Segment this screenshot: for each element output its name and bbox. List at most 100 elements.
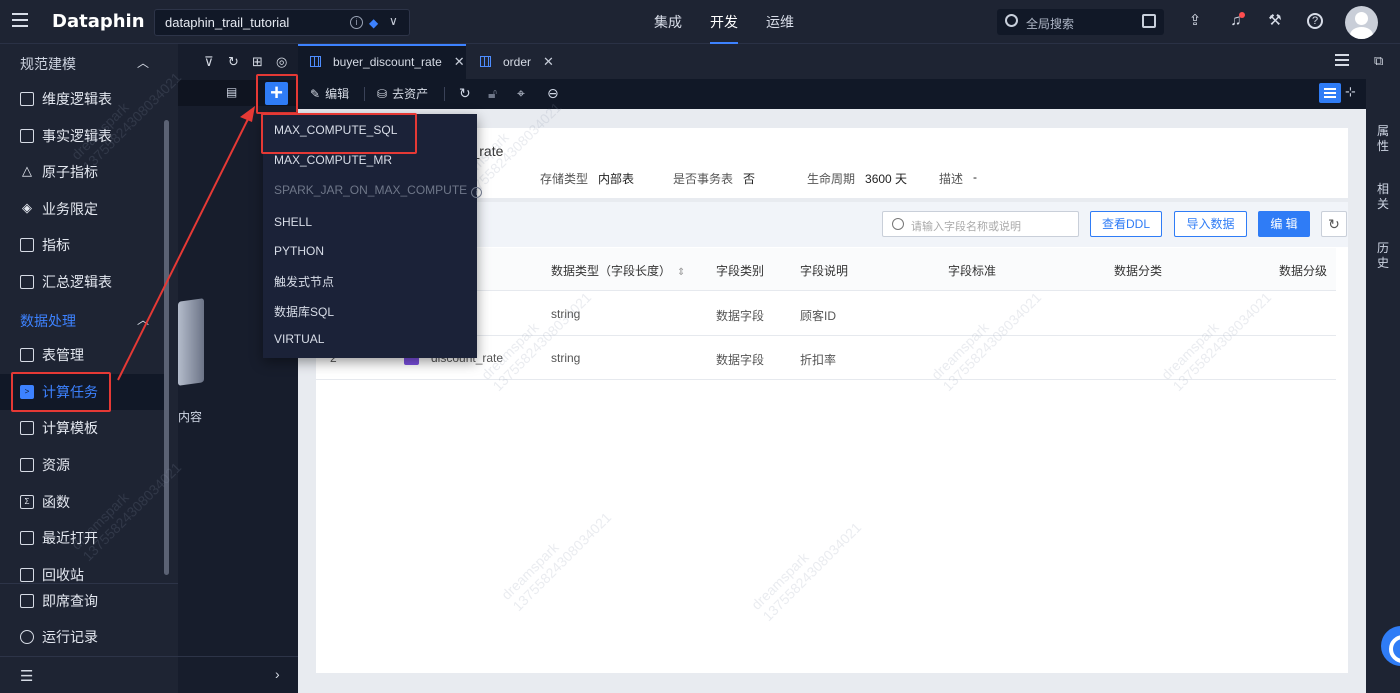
refresh-icon[interactable]: ↻	[228, 54, 239, 70]
list-view-toggle[interactable]	[1319, 83, 1341, 103]
refresh-icon[interactable]: ↻	[459, 85, 471, 102]
log-icon	[20, 630, 34, 644]
go-to-asset-button[interactable]: ⛁ 去资产	[377, 85, 428, 102]
asset-label: 去资产	[392, 87, 429, 101]
sidebar-item-summary-table[interactable]: 汇总逻辑表	[20, 272, 112, 292]
user-avatar[interactable]	[1345, 6, 1378, 39]
table-icon	[310, 56, 321, 67]
sidebar-item-adhoc-query[interactable]: 即席查询	[20, 591, 98, 611]
chevron-up-icon[interactable]: ︿	[137, 54, 149, 71]
rail-tab-history[interactable]: 历史	[1377, 241, 1389, 271]
cell-category: 数据字段	[716, 353, 765, 367]
sidebar-item-run-log[interactable]: 运行记录	[20, 627, 98, 647]
tab-buyer-discount-rate[interactable]: buyer_discount_rate ✕	[298, 44, 466, 79]
rail-tab-related[interactable]: 相关	[1377, 182, 1389, 212]
group-label: 数据处理	[20, 313, 76, 329]
new-folder-icon[interactable]: ⊞	[252, 54, 263, 70]
filter-icon[interactable]: ⊽	[204, 54, 214, 70]
project-name: dataphin_trail_tutorial	[165, 15, 290, 30]
tree-view-icon[interactable]: ⊹	[1345, 84, 1356, 100]
locate-icon[interactable]: ◎	[276, 54, 287, 70]
field-search-input[interactable]: 请输入字段名称或说明	[882, 211, 1079, 237]
info-icon[interactable]: i	[471, 187, 483, 198]
edit-label: 编辑	[325, 87, 350, 101]
tab-order[interactable]: order ✕	[468, 44, 558, 79]
col-header-data-type[interactable]: 数据类型（字段长度） ⇕	[551, 262, 685, 279]
refresh-fields-icon[interactable]: ↻	[1321, 211, 1347, 237]
sidebar-item-recent[interactable]: 最近打开	[20, 528, 98, 548]
toolbar-divider	[444, 87, 445, 101]
menu-item-python[interactable]: PYTHON	[274, 244, 324, 258]
wrench-icon[interactable]: ⚒	[1267, 13, 1283, 29]
chevron-right-icon[interactable]: ›	[275, 666, 280, 682]
sidebar-item-label: 维度逻辑表	[42, 91, 112, 107]
meta-label: 是否事务表	[673, 172, 734, 186]
sidebar-item-label: 计算模板	[42, 420, 98, 436]
edit-fields-button[interactable]: 编 辑	[1258, 211, 1310, 237]
list-icon[interactable]: ▤	[226, 85, 237, 99]
location-pin-icon[interactable]: ⌖	[517, 85, 525, 102]
nav-development[interactable]: 开发	[696, 0, 752, 44]
sidebar-item-compute-template[interactable]: 计算模板	[20, 418, 98, 438]
minus-circle-icon[interactable]: ⊖	[547, 85, 559, 102]
menu-item-spark-jar: SPARK_JAR_ON_MAX_COMPUTE i	[274, 183, 483, 198]
col-header-data-level: 数据分级	[1279, 264, 1328, 278]
sidebar-item-function[interactable]: Σ 函数	[20, 492, 70, 512]
tab-menu-icon[interactable]	[1335, 54, 1349, 69]
view-ddl-button[interactable]: 查看DDL	[1090, 211, 1162, 237]
project-selector[interactable]: dataphin_trail_tutorial i ◆ ∨	[154, 9, 410, 36]
menu-item-virtual[interactable]: VIRTUAL	[274, 332, 324, 346]
rail-tab-properties[interactable]: 属性	[1377, 124, 1389, 154]
rocket-icon[interactable]: ⇪	[1187, 13, 1203, 29]
meta-value: -	[973, 170, 978, 184]
close-icon[interactable]: ✕	[454, 54, 465, 70]
menu-item-max-compute-mr[interactable]: MAX_COMPUTE_MR	[274, 153, 392, 167]
import-data-button[interactable]: 导入数据	[1174, 211, 1247, 237]
col-header-field-standard: 字段标准	[948, 264, 997, 278]
sidebar-item-dim-table[interactable]: 维度逻辑表	[20, 89, 112, 109]
sidebar-item-fact-table[interactable]: 事实逻辑表	[20, 126, 112, 146]
editor-tab-bar: buyer_discount_rate ✕ order ✕ ⧉	[298, 44, 1400, 79]
col-header-field-desc: 字段说明	[800, 264, 849, 278]
sidebar-group-modeling[interactable]: 规范建模 ︿	[20, 54, 149, 74]
sort-icon[interactable]: ⇕	[677, 267, 685, 278]
collapse-menu-icon[interactable]: ☰	[20, 667, 33, 685]
advanced-search-icon[interactable]	[1142, 14, 1156, 28]
sidebar-item-recycle-bin[interactable]: 回收站	[20, 565, 84, 585]
query-icon	[20, 594, 34, 608]
nav-integration[interactable]: 集成	[640, 0, 696, 44]
info-icon[interactable]: i	[350, 16, 363, 29]
sidebar-item-business-filter[interactable]: ◈ 业务限定	[20, 199, 98, 219]
chart-icon	[20, 238, 34, 252]
trash-icon	[20, 568, 34, 582]
menu-item-shell[interactable]: SHELL	[274, 215, 312, 229]
cell-category: 数据字段	[716, 309, 765, 323]
sidebar-item-table-mgmt[interactable]: 表管理	[20, 345, 84, 365]
sidebar-item-metric[interactable]: 指标	[20, 235, 70, 255]
sidebar-item-resource[interactable]: 资源	[20, 455, 70, 475]
chevron-up-icon[interactable]: ︿	[137, 311, 149, 328]
menu-item-database-sql[interactable]: 数据库SQL	[274, 303, 334, 320]
lock-icon[interactable]: 🔓︎	[488, 85, 497, 102]
nav-operations[interactable]: 运维	[752, 0, 808, 44]
sidebar-item-label: 资源	[42, 457, 70, 473]
edit-button[interactable]: ✎ 编辑	[310, 85, 349, 102]
sidebar-group-processing[interactable]: 数据处理 ︿	[20, 311, 149, 331]
toolbar-divider	[364, 87, 365, 101]
help-icon[interactable]: ?	[1307, 13, 1323, 29]
app-logo[interactable]: Dataphin	[52, 11, 145, 32]
dimension-table-icon	[20, 92, 34, 106]
sidebar-scrollbar[interactable]	[164, 120, 169, 575]
col-header-data-classification: 数据分类	[1114, 264, 1163, 278]
function-icon: Σ	[20, 495, 34, 509]
chevron-down-icon[interactable]: ∨	[389, 14, 398, 28]
sidebar-divider	[0, 583, 178, 584]
tab-label: order	[503, 54, 532, 69]
menu-item-trigger-node[interactable]: 触发式节点	[274, 273, 334, 290]
close-icon[interactable]: ✕	[543, 54, 554, 70]
sidebar-item-atomic-metric[interactable]: △ 原子指标	[20, 162, 98, 182]
global-search[interactable]: 全局搜索	[997, 9, 1164, 35]
editor-toolbar: ✎ 编辑 ⛁ 去资产 ↻ 🔓︎ ⌖ ⊖	[298, 79, 1366, 109]
split-view-icon[interactable]: ⧉	[1374, 53, 1383, 69]
hamburger-menu-icon[interactable]	[12, 13, 28, 29]
